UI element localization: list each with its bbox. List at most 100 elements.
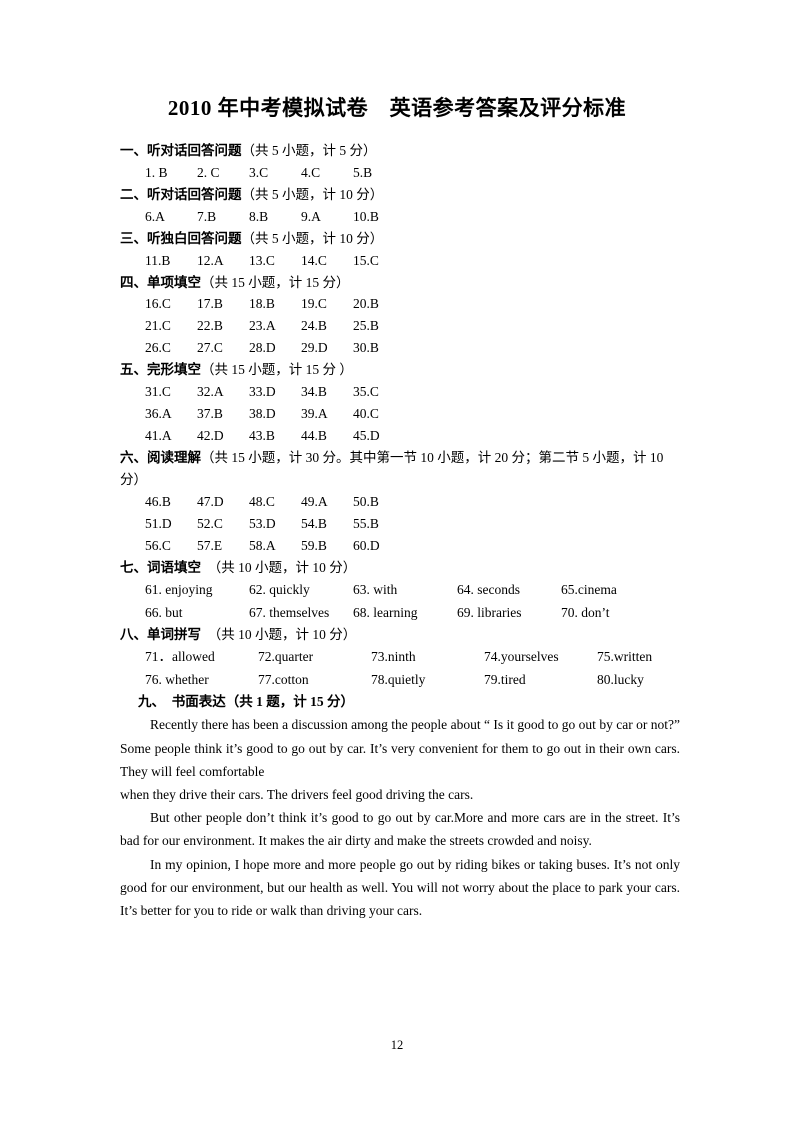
- page-number: 12: [390, 1038, 404, 1052]
- word-answer-cell: 63. with: [353, 581, 398, 597]
- word-answer-cell: 68. learning: [353, 604, 418, 620]
- section-heading-2: 二、听对话回答问题（共 5 小题，计 10 分）: [120, 184, 680, 206]
- answer-cell: 41.A: [145, 428, 172, 444]
- answer-row: 1. B 2. C 3.C 4.C 5.B: [120, 162, 680, 184]
- answer-cell: 20.B: [353, 296, 379, 312]
- section-note-3: （共 5 小题，计 10 分）: [241, 230, 384, 246]
- section-note-5: （共 15 小题，计 15 分 ）: [201, 362, 353, 378]
- answer-cell: 54.B: [301, 516, 327, 532]
- word-answer-row: 76. whether 77.cotton 78.quietly 79.tire…: [120, 669, 680, 692]
- word-answer-cell: 79.tired: [484, 671, 526, 687]
- answer-cell: 14.C: [301, 252, 327, 268]
- word-answer-cell: 73.ninth: [371, 649, 416, 665]
- answer-cell: 10.B: [353, 208, 379, 224]
- word-answer-cell: 62. quickly: [249, 581, 310, 597]
- word-answer-cell: 66. but: [145, 604, 183, 620]
- answer-cell: 34.B: [301, 384, 327, 400]
- section-heading-7: 七、词语填空 （共 10 小题，计 10 分）: [120, 557, 680, 579]
- section-heading-9: 九、 书面表达（共 1 题，计 15 分）: [120, 691, 680, 713]
- answer-cell: 7.B: [197, 208, 217, 224]
- section-note-6: （共 15 小题，计 30 分。其中第一节 10 小题，计 20 分；第二节 5…: [120, 450, 664, 488]
- answer-cell: 18.B: [249, 296, 275, 312]
- essay-paragraph: But other people don’t think it’s good t…: [120, 810, 680, 849]
- answer-cell: 51.D: [145, 516, 172, 532]
- answer-row: 11.B 12.A 13.C 14.C 15.C: [120, 250, 680, 272]
- section-heading-5: 五、完形填空（共 15 小题，计 15 分 ）: [120, 359, 680, 381]
- answer-cell: 42.D: [197, 428, 224, 444]
- essay-body: Recently there has been a discussion amo…: [120, 713, 680, 922]
- answer-cell: 2. C: [197, 164, 220, 180]
- answer-cell: 8.B: [249, 208, 269, 224]
- answer-sheet-page: 2010 年中考模拟试卷 英语参考答案及评分标准 一、听对话回答问题（共 5 小…: [0, 0, 794, 1123]
- word-answer-cell: 77.cotton: [258, 671, 309, 687]
- section-note-7: （共 10 小题，计 10 分）: [201, 560, 357, 576]
- answer-cell: 16.C: [145, 296, 171, 312]
- page-title: 2010 年中考模拟试卷 英语参考答案及评分标准: [167, 96, 627, 120]
- answer-row: 36.A 37.B 38.D 39.A 40.C: [120, 403, 680, 425]
- answer-cell: 26.C: [145, 340, 171, 356]
- section-label-2: 二、听对话回答问题: [120, 186, 242, 202]
- section-note-2: （共 5 小题，计 10 分）: [241, 186, 384, 202]
- answer-cell: 39.A: [301, 406, 328, 422]
- word-answer-cell: 69. libraries: [457, 604, 522, 620]
- word-answer-cell: 67. themselves: [249, 604, 330, 620]
- answer-cell: 46.B: [145, 494, 171, 510]
- answer-cell: 59.B: [301, 538, 327, 554]
- answer-cell: 6.A: [145, 208, 165, 224]
- answer-row: 56.C 57.E 58.A 59.B 60.D: [120, 535, 680, 557]
- section-label-4: 四、单项填空: [120, 274, 201, 290]
- word-answer-cell: 61. enjoying: [145, 581, 213, 597]
- answer-cell: 23.A: [249, 318, 276, 334]
- essay-paragraph: Recently there has been a discussion amo…: [120, 717, 680, 779]
- word-answer-cell: 80.lucky: [597, 671, 644, 687]
- answer-cell: 40.C: [353, 406, 379, 422]
- answer-cell: 1. B: [145, 164, 168, 180]
- answer-cell: 36.A: [145, 406, 172, 422]
- answer-cell: 13.C: [249, 252, 275, 268]
- answer-row: 16.C 17.B 18.B 19.C 20.B: [120, 293, 680, 315]
- word-answer-row: 66. but 67. themselves 68. learning 69. …: [120, 602, 680, 625]
- answer-cell: 32.A: [197, 384, 224, 400]
- word-answer-cell: 76. whether: [145, 671, 209, 687]
- answer-row: 6.A 7.B 8.B 9.A 10.B: [120, 206, 680, 228]
- section-heading-6: 六、阅读理解（共 15 小题，计 30 分。其中第一节 10 小题，计 20 分…: [120, 447, 680, 491]
- section-heading-3: 三、听独白回答问题（共 5 小题，计 10 分）: [120, 228, 680, 250]
- answer-cell: 19.C: [301, 296, 327, 312]
- answer-cell: 21.C: [145, 318, 171, 334]
- answer-cell: 3.C: [249, 164, 269, 180]
- answer-row: 26.C 27.C 28.D 29.D 30.B: [120, 337, 680, 359]
- answer-cell: 44.B: [301, 428, 327, 444]
- answer-cell: 55.B: [353, 516, 379, 532]
- word-answer-cell: 75.written: [597, 649, 653, 665]
- word-answer-cell: 74.yourselves: [484, 649, 559, 665]
- answer-cell: 4.C: [301, 164, 321, 180]
- answer-cell: 38.D: [249, 406, 276, 422]
- section-label-7: 七、词语填空: [120, 560, 201, 576]
- answer-row: 21.C 22.B 23.A 24.B 25.B: [120, 315, 680, 337]
- word-answer-cell: 78.quietly: [371, 671, 426, 687]
- section-note-8: （共 10 小题，计 10 分）: [201, 627, 357, 643]
- answer-cell: 33.D: [249, 384, 276, 400]
- word-answer-row: 71．allowed 72.quarter 73.ninth 74.yourse…: [120, 646, 680, 669]
- section-heading-8: 八、单词拼写 （共 10 小题，计 10 分）: [120, 624, 680, 646]
- answer-cell: 30.B: [353, 340, 379, 356]
- answer-cell: 17.B: [197, 296, 223, 312]
- answer-cell: 9.A: [301, 208, 321, 224]
- answer-cell: 45.D: [353, 428, 380, 444]
- answer-cell: 24.B: [301, 318, 327, 334]
- answer-row: 46.B 47.D 48.C 49.A 50.B: [120, 491, 680, 513]
- answer-cell: 60.D: [353, 538, 380, 554]
- section-heading-1: 一、听对话回答问题（共 5 小题，计 5 分）: [120, 140, 680, 162]
- section-label-1: 一、听对话回答问题: [120, 143, 242, 158]
- answer-cell: 53.D: [249, 516, 276, 532]
- answer-cell: 5.B: [353, 164, 373, 180]
- answer-cell: 12.A: [197, 252, 224, 268]
- word-answer-row: 61. enjoying 62. quickly 63. with 64. se…: [120, 579, 680, 602]
- answer-cell: 48.C: [249, 494, 275, 510]
- section-note-4: （共 15 小题，计 15 分）: [201, 274, 350, 290]
- essay-paragraph: when they drive their cars. The drivers …: [120, 786, 474, 802]
- word-answer-cell: 71．allowed: [145, 649, 215, 665]
- answer-cell: 37.B: [197, 406, 223, 422]
- section-label-8: 八、单词拼写: [120, 627, 201, 643]
- section-note-1: （共 5 小题，计 5 分）: [241, 143, 377, 158]
